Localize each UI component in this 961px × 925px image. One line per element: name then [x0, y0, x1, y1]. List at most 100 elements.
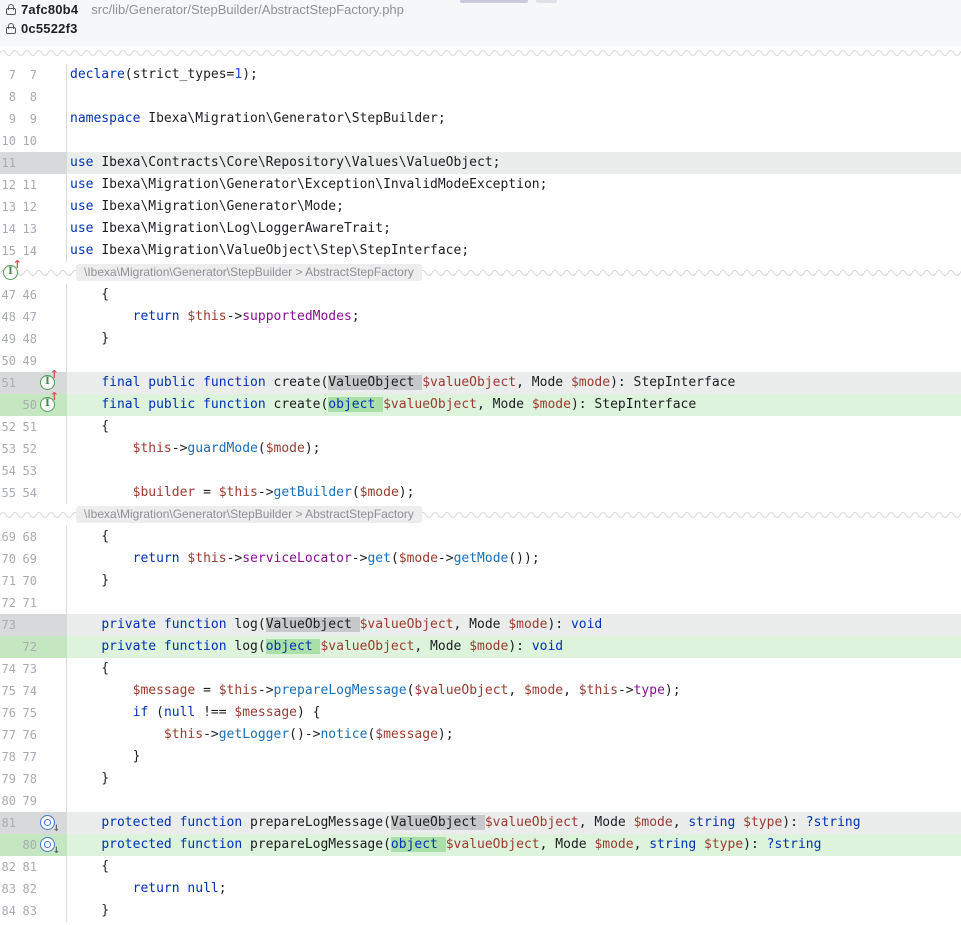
- code-line[interactable]: [66, 592, 961, 614]
- code-line[interactable]: [66, 460, 961, 482]
- gutter-icon-slot: [37, 438, 66, 460]
- code-line[interactable]: final public function create(ValueObject…: [66, 372, 961, 394]
- code-line[interactable]: {: [66, 658, 961, 680]
- code-line[interactable]: $builder = $this->getBuilder($mode);: [66, 482, 961, 504]
- overridden-icon[interactable]: ↓: [40, 837, 55, 852]
- line-number-old: 76: [0, 702, 16, 724]
- gutter-icon-slot: ↓: [37, 812, 66, 834]
- code-line[interactable]: {: [66, 284, 961, 306]
- gutter-icon-slot: [37, 526, 66, 548]
- code-line[interactable]: use Ibexa\Migration\ValueObject\Step\Ste…: [66, 240, 961, 262]
- code-line[interactable]: [66, 130, 961, 152]
- gutter: 4847: [0, 306, 66, 328]
- scope-breadcrumb[interactable]: \Ibexa\Migration\Generator\StepBuilder >…: [76, 506, 422, 523]
- gutter-icon-slot: [37, 680, 66, 702]
- code-line[interactable]: $this->guardMode($mode);: [66, 438, 961, 460]
- gutter: 73: [0, 614, 66, 636]
- gutter: 8079: [0, 790, 66, 812]
- gutter-icon-slot: [37, 416, 66, 438]
- code-line[interactable]: declare(strict_types=1);: [66, 64, 961, 86]
- code-line[interactable]: if (null !== $message) {: [66, 702, 961, 724]
- implements-icon[interactable]: I↑: [3, 265, 18, 280]
- gutter-icon-slot: [37, 900, 66, 922]
- scope-breadcrumb[interactable]: \Ibexa\Migration\Generator\StepBuilder >…: [76, 264, 422, 281]
- gutter-icon-slot: [37, 328, 66, 350]
- gutter: 11: [0, 152, 66, 174]
- code-line[interactable]: private function log(ValueObject $valueO…: [66, 614, 961, 636]
- code-line[interactable]: $this->getLogger()->notice($message);: [66, 724, 961, 746]
- line-number-new: 74: [16, 680, 37, 702]
- collapsed-region-separator[interactable]: \Ibexa\Migration\Generator\StepBuilder >…: [0, 504, 961, 526]
- code-line[interactable]: }: [66, 900, 961, 922]
- gutter-icon-slot: [37, 768, 66, 790]
- code-line[interactable]: return $this->supportedModes;: [66, 306, 961, 328]
- gutter: 7271: [0, 592, 66, 614]
- line-number-old: 12: [0, 174, 16, 196]
- code-line[interactable]: protected function prepareLogMessage(Val…: [66, 812, 961, 834]
- code-line[interactable]: use Ibexa\Migration\Generator\Mode;: [66, 196, 961, 218]
- gutter: 8483: [0, 900, 66, 922]
- line-number-new: 11: [16, 174, 37, 196]
- code-line[interactable]: [66, 350, 961, 372]
- gutter-icon-slot: [37, 658, 66, 680]
- revision-old-hash: 7afc80b4: [21, 2, 78, 17]
- line-number-old: 11: [0, 152, 16, 174]
- code-line[interactable]: use Ibexa\Migration\Log\LoggerAwareTrait…: [66, 218, 961, 240]
- code-line[interactable]: }: [66, 768, 961, 790]
- gutter: 5251: [0, 416, 66, 438]
- implements-icon[interactable]: I↑: [40, 397, 55, 412]
- overridden-icon[interactable]: ↓: [40, 815, 55, 830]
- line-number-old: 14: [0, 218, 16, 240]
- code-line[interactable]: return null;: [66, 878, 961, 900]
- lock-icon: [6, 23, 16, 34]
- diff-row: 5049: [0, 350, 961, 372]
- code-line[interactable]: namespace Ibexa\Migration\Generator\Step…: [66, 108, 961, 130]
- code-line[interactable]: $message = $this->prepareLogMessage($val…: [66, 680, 961, 702]
- diff-row: 6968 {: [0, 526, 961, 548]
- code-line[interactable]: [66, 790, 961, 812]
- code-line[interactable]: [66, 86, 961, 108]
- code-line[interactable]: {: [66, 416, 961, 438]
- code-line[interactable]: return $this->serviceLocator->get($mode-…: [66, 548, 961, 570]
- code-line[interactable]: }: [66, 570, 961, 592]
- gutter: 72: [0, 636, 66, 658]
- line-number-new: 47: [16, 306, 37, 328]
- line-number-new: 83: [16, 900, 37, 922]
- gutter: 8382: [0, 878, 66, 900]
- code-line[interactable]: {: [66, 526, 961, 548]
- gutter: 80↓: [0, 834, 66, 856]
- code-line[interactable]: private function log(object $valueObject…: [66, 636, 961, 658]
- code-line[interactable]: use Ibexa\Contracts\Core\Repository\Valu…: [66, 152, 961, 174]
- line-number-new: 46: [16, 284, 37, 306]
- line-number-new: 52: [16, 438, 37, 460]
- gutter-icon-slot: [37, 702, 66, 724]
- diff-viewer: 7afc80b4 src/lib/Generator/StepBuilder/A…: [0, 0, 961, 925]
- gutter: 1514: [0, 240, 66, 262]
- code-line[interactable]: protected function prepareLogMessage(obj…: [66, 834, 961, 856]
- diff-row: 4948 }: [0, 328, 961, 350]
- diff-code-area: 77declare(strict_types=1);8899namespace …: [0, 58, 961, 922]
- gutter: 1211: [0, 174, 66, 196]
- code-line[interactable]: {: [66, 856, 961, 878]
- diff-row: 1312use Ibexa\Migration\Generator\Mode;: [0, 196, 961, 218]
- code-line[interactable]: final public function create(object $val…: [66, 394, 961, 416]
- diff-row: 7170 }: [0, 570, 961, 592]
- implements-icon[interactable]: I↑: [40, 375, 55, 390]
- code-line[interactable]: }: [66, 328, 961, 350]
- gutter-icon-slot: [37, 790, 66, 812]
- code-line[interactable]: use Ibexa\Migration\Generator\Exception\…: [66, 174, 961, 196]
- diff-row: 8079: [0, 790, 961, 812]
- line-number-old: 48: [0, 306, 16, 328]
- line-number-new: [16, 812, 37, 834]
- diff-row: 7877 }: [0, 746, 961, 768]
- diff-row-removed: 81↓ protected function prepareLogMessage…: [0, 812, 961, 834]
- collapsed-region-separator[interactable]: I↑ \Ibexa\Migration\Generator\StepBuilder…: [0, 262, 961, 284]
- code-line[interactable]: }: [66, 746, 961, 768]
- diff-row: 5453: [0, 460, 961, 482]
- diff-row: 5554 $builder = $this->getBuilder($mode)…: [0, 482, 961, 504]
- line-number-old: 74: [0, 658, 16, 680]
- diff-row: 7776 $this->getLogger()->notice($message…: [0, 724, 961, 746]
- line-number-old: 53: [0, 438, 16, 460]
- diff-row: 7473 {: [0, 658, 961, 680]
- line-number-old: 69: [0, 526, 16, 548]
